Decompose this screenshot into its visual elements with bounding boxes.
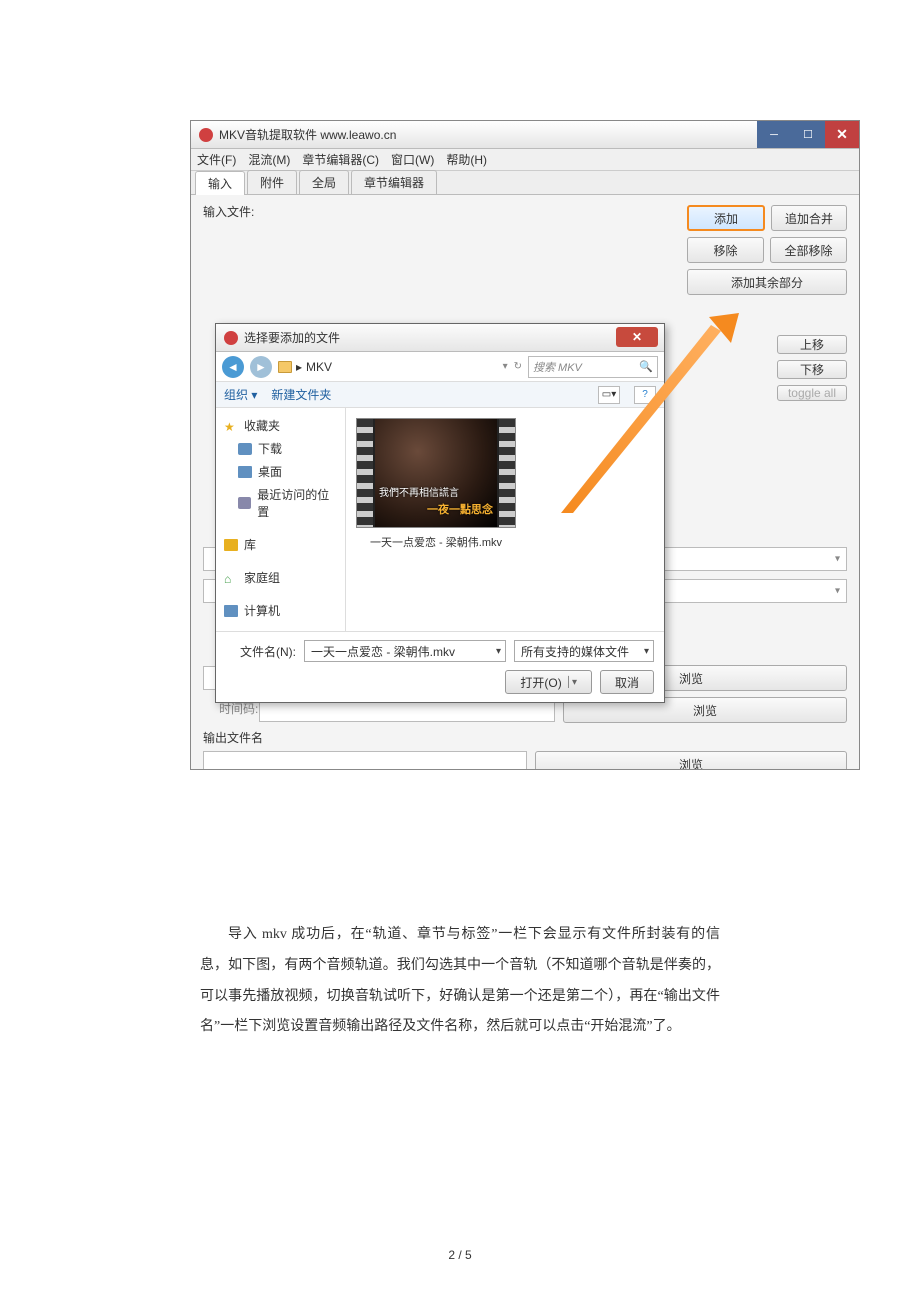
sidebar-downloads[interactable]: 下载 xyxy=(224,437,337,460)
file-open-dialog: 选择要添加的文件 ✕ ◄ ► ▸ MKV ▾ ↻ 搜索 MKV 组织 xyxy=(215,323,665,703)
nav-forward-button[interactable]: ► xyxy=(250,356,272,378)
menu-window[interactable]: 窗口(W) xyxy=(391,151,434,168)
dialog-icon xyxy=(224,331,238,345)
output-filename-label: 输出文件名 xyxy=(203,729,263,746)
add-button[interactable]: 添加 xyxy=(687,205,765,231)
filename-field[interactable]: 一天一点爱恋 - 梁朝伟.mkv xyxy=(304,640,506,662)
file-caption: 一天一点爱恋 - 梁朝伟.mkv xyxy=(370,534,502,550)
main-body: 输入文件: 添加 追加合并 移除 全部移除 添加其余部分 上移 下移 toggl… xyxy=(191,195,859,769)
menu-mux[interactable]: 混流(M) xyxy=(248,151,290,168)
maximize-button[interactable]: ☐ xyxy=(791,121,825,148)
help-button[interactable]: ? xyxy=(634,386,656,404)
page-number: 2 / 5 xyxy=(0,1248,920,1262)
menu-file[interactable]: 文件(F) xyxy=(197,151,236,168)
organize-menu[interactable]: 组织 ▾ xyxy=(224,386,257,403)
tab-global[interactable]: 全局 xyxy=(299,170,349,194)
screenshot-container: MKV音轨提取软件 www.leawo.cn ─ ☐ ✕ 文件(F) 混流(M)… xyxy=(190,120,860,770)
remove-button[interactable]: 移除 xyxy=(687,237,764,263)
new-folder-button[interactable]: 新建文件夹 xyxy=(271,386,331,403)
filename-label: 文件名(N): xyxy=(226,643,296,660)
window-titlebar: MKV音轨提取软件 www.leawo.cn ─ ☐ ✕ xyxy=(191,121,859,149)
video-thumbnail-frame: 我們不再相信謊言 一夜一點思念 xyxy=(356,418,516,528)
folder-icon xyxy=(278,361,292,373)
window-title: MKV音轨提取软件 www.leawo.cn xyxy=(219,126,396,143)
close-button[interactable]: ✕ xyxy=(825,121,859,148)
track-button-column: 上移 下移 toggle all xyxy=(777,335,847,401)
sidebar-desktop[interactable]: 桌面 xyxy=(224,460,337,483)
browse-output-button[interactable]: 浏览 xyxy=(535,751,847,770)
menu-help[interactable]: 帮助(H) xyxy=(446,151,487,168)
tab-input[interactable]: 输入 xyxy=(195,171,245,195)
nav-back-button[interactable]: ◄ xyxy=(222,356,244,378)
sidebar-recent[interactable]: 最近访问的位置 xyxy=(224,483,337,523)
side-button-column: 添加 追加合并 移除 全部移除 添加其余部分 xyxy=(687,205,847,295)
dialog-navbar: ◄ ► ▸ MKV ▾ ↻ 搜索 MKV xyxy=(216,352,664,382)
breadcrumb[interactable]: ▸ MKV xyxy=(278,360,497,374)
dialog-close-button[interactable]: ✕ xyxy=(616,327,658,347)
sidebar-homegroup[interactable]: ⌂家庭组 xyxy=(224,566,337,589)
dialog-search-input[interactable]: 搜索 MKV xyxy=(528,356,658,378)
toggle-all-button[interactable]: toggle all xyxy=(777,385,847,401)
dialog-cancel-button[interactable]: 取消 xyxy=(600,670,654,694)
thumbnail-subtitle-1: 我們不再相信謊言 xyxy=(379,484,459,499)
minimize-button[interactable]: ─ xyxy=(757,121,791,148)
move-down-button[interactable]: 下移 xyxy=(777,360,847,379)
article-text: 导入 mkv 成功后，在“轨道、章节与标签”一栏下会显示有文件所封装有的信息，如… xyxy=(200,920,720,1043)
breadcrumb-location: MKV xyxy=(306,360,332,374)
thumbnail-subtitle-2: 一夜一點思念 xyxy=(427,501,493,517)
append-button[interactable]: 追加合并 xyxy=(771,205,847,231)
tabs: 输入 附件 全局 章节编辑器 xyxy=(191,171,859,195)
file-thumbnail[interactable]: 我們不再相信謊言 一夜一點思念 一天一点爱恋 - 梁朝伟.mkv xyxy=(356,418,516,550)
move-up-button[interactable]: 上移 xyxy=(777,335,847,354)
dialog-bottom: 文件名(N): 一天一点爱恋 - 梁朝伟.mkv 所有支持的媒体文件 打开(O)… xyxy=(216,631,664,702)
dialog-sidebar: ★收藏夹 下载 桌面 最近访问的位置 库 ⌂家庭组 计算机 xyxy=(216,408,346,631)
tab-attachments[interactable]: 附件 xyxy=(247,170,297,194)
refresh-icon[interactable]: ↻ xyxy=(514,361,522,372)
dialog-toolbar: 组织 ▾ 新建文件夹 ▭▾ ? xyxy=(216,382,664,408)
dialog-files-area: 我們不再相信謊言 一夜一點思念 一天一点爱恋 - 梁朝伟.mkv xyxy=(346,408,664,631)
remove-all-button[interactable]: 全部移除 xyxy=(770,237,847,263)
sidebar-computer[interactable]: 计算机 xyxy=(224,599,337,622)
output-row: 浏览 xyxy=(203,751,847,770)
dialog-titlebar: 选择要添加的文件 ✕ xyxy=(216,324,664,352)
filetype-filter[interactable]: 所有支持的媒体文件 xyxy=(514,640,654,662)
sidebar-favorites[interactable]: ★收藏夹 xyxy=(224,414,337,437)
add-rest-button[interactable]: 添加其余部分 xyxy=(687,269,847,295)
tab-chapter-editor[interactable]: 章节编辑器 xyxy=(351,170,437,194)
app-icon xyxy=(199,128,213,142)
menubar: 文件(F) 混流(M) 章节编辑器(C) 窗口(W) 帮助(H) xyxy=(191,149,859,171)
dialog-open-button[interactable]: 打开(O) xyxy=(505,670,592,694)
menu-chapters[interactable]: 章节编辑器(C) xyxy=(302,151,379,168)
view-mode-button[interactable]: ▭▾ xyxy=(598,386,620,404)
dialog-title: 选择要添加的文件 xyxy=(244,329,340,346)
article-paragraph: 导入 mkv 成功后，在“轨道、章节与标签”一栏下会显示有文件所封装有的信息，如… xyxy=(200,920,720,1043)
output-filename-input[interactable] xyxy=(203,751,527,770)
sidebar-libraries[interactable]: 库 xyxy=(224,533,337,556)
